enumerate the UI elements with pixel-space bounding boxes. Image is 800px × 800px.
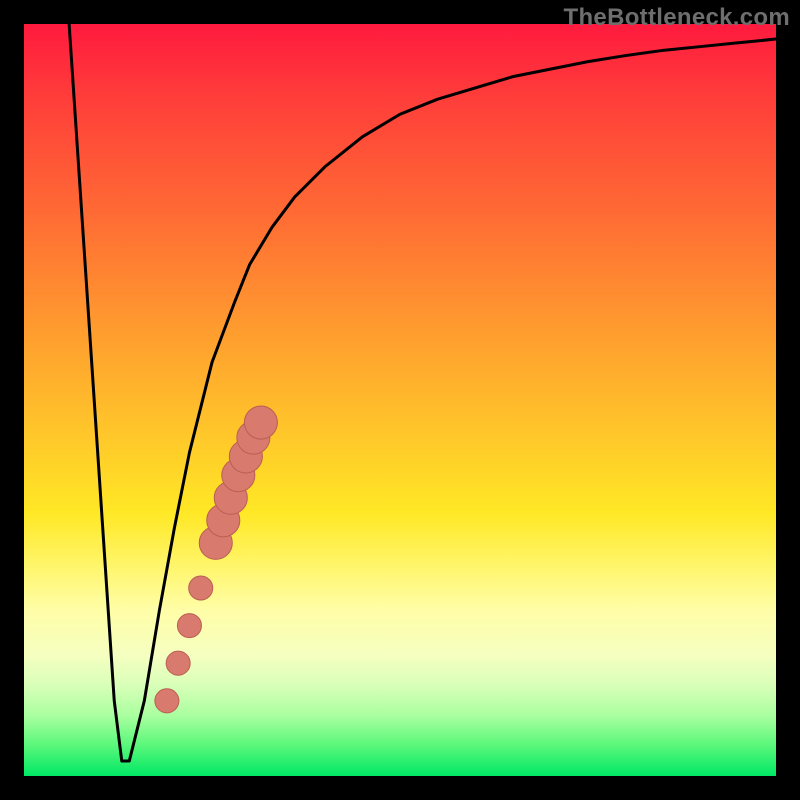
- data-marker: [244, 406, 277, 439]
- watermark-text: TheBottleneck.com: [564, 4, 790, 32]
- data-marker: [155, 689, 179, 713]
- chart-svg: [24, 24, 776, 776]
- data-marker: [189, 576, 213, 600]
- bottleneck-curve: [69, 24, 776, 761]
- data-marker: [177, 614, 201, 638]
- data-marker: [166, 651, 190, 675]
- chart-plot-area: [24, 24, 776, 776]
- chart-frame: TheBottleneck.com: [0, 0, 800, 800]
